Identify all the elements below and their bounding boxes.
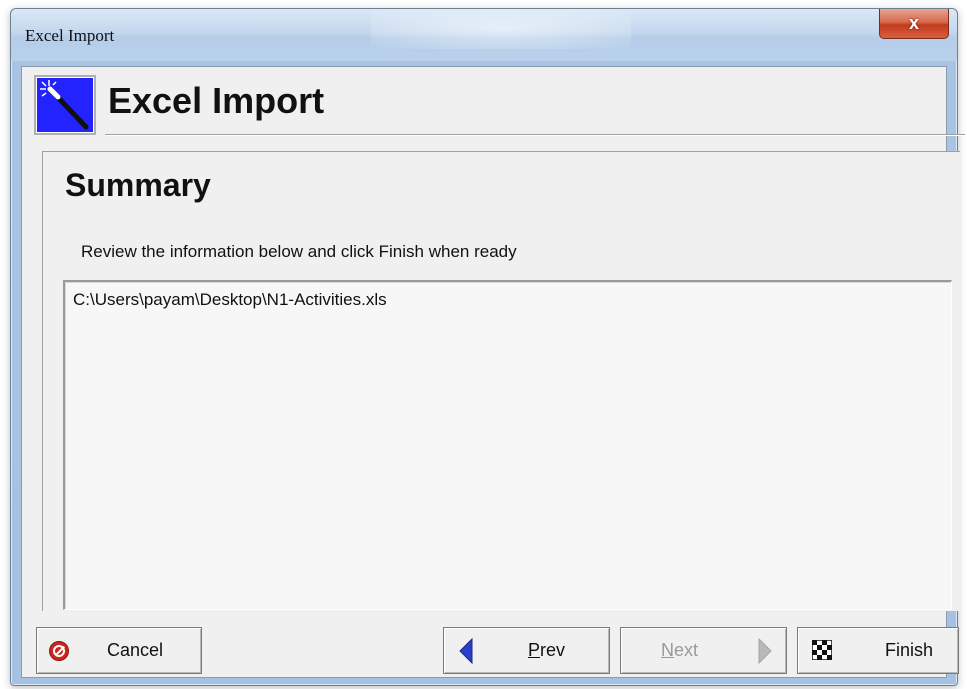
checkered-flag-icon <box>811 639 833 665</box>
dialog-client-area: Excel Import Summary Review the informat… <box>21 66 965 678</box>
page-heading: Summary <box>65 167 211 203</box>
title-bar[interactable]: Excel Import x <box>11 9 957 61</box>
arrow-right-icon <box>757 637 773 669</box>
cancel-button[interactable]: Cancel <box>36 627 202 674</box>
stop-icon <box>49 641 69 661</box>
header-divider <box>105 134 965 136</box>
next-button-label: Next <box>661 640 699 660</box>
wizard-header: Excel Import <box>22 67 965 136</box>
cancel-button-label: Cancel <box>107 640 164 660</box>
finish-button[interactable]: Finish <box>797 627 959 674</box>
summary-text: C:\Users\payam\Desktop\N1-Activities.xls <box>73 290 387 309</box>
instructions-text: Review the information below and click F… <box>81 242 517 261</box>
wizard-title: Excel Import <box>108 80 325 121</box>
finish-button-label: Finish <box>885 640 934 660</box>
magic-wand-icon <box>34 75 96 135</box>
summary-textbox[interactable]: C:\Users\payam\Desktop\N1-Activities.xls <box>63 280 952 610</box>
close-button[interactable]: x <box>879 9 949 39</box>
title-bar-glare <box>371 9 631 49</box>
prev-button-label: Prev <box>528 640 566 660</box>
close-icon: x <box>908 13 919 33</box>
window-title: Excel Import <box>25 26 115 45</box>
next-button[interactable]: Next <box>620 627 787 674</box>
arrow-left-icon <box>458 637 474 669</box>
prev-button[interactable]: Prev <box>443 627 610 674</box>
excel-import-window: Excel Import x Excel Import Summary Revi… <box>10 8 965 686</box>
